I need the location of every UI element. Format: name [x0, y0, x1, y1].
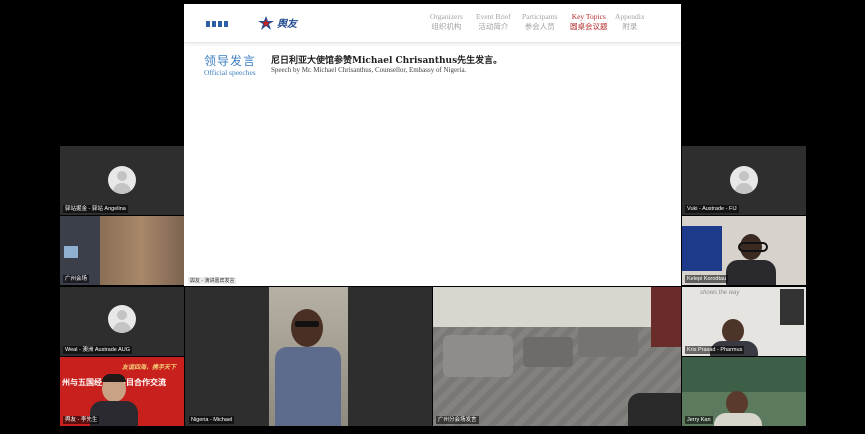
person-head: [291, 309, 323, 347]
background-foliage: [682, 357, 806, 392]
nav-appendix-cn: 附录: [622, 22, 638, 31]
slide-header: 舆友 Organizers 组织机构 Event Brief 活动简介 Part…: [184, 4, 681, 43]
camera-shape: [628, 393, 681, 426]
nav-participants-en: Participants: [522, 12, 558, 21]
person-body: [275, 347, 341, 426]
speech-subtitle: Speech by Mr. Michael Chrisanthus, Couns…: [271, 66, 467, 74]
nav-event-brief-cn: 活动简介: [478, 22, 509, 31]
nav-participants[interactable]: Participants 参会人员: [522, 12, 557, 32]
screen-shape: [64, 246, 78, 258]
participant-name: 舆友 - 李先生: [63, 416, 100, 424]
person-body: [714, 413, 762, 426]
participant-tile[interactable]: shows the way Kris Prasad - Pharmus: [682, 287, 806, 356]
person-hair: [102, 374, 126, 382]
banner-line-1: 友谊四海，携手天下: [122, 365, 177, 371]
avatar-placeholder-icon: [730, 166, 758, 194]
participant-name: Weal - 澳洲 Austrade AUG: [63, 346, 133, 354]
nav-key-topics[interactable]: Key Topics 圆桌会议题: [570, 12, 608, 32]
participant-name: Nigeria - Michael: [189, 416, 235, 424]
nav-appendix[interactable]: Appendix 附录: [615, 12, 645, 32]
speech-title: 尼日利亚大使馆参赞Michael Chrisanthus先生发言。: [271, 56, 503, 66]
brand-logo: 舆友: [258, 15, 297, 30]
person-head: [726, 391, 748, 415]
wall-poster: [682, 226, 722, 271]
avatar-placeholder-icon: [108, 166, 136, 194]
brand-logo-text: 舆友: [277, 19, 297, 30]
participant-name: 广州会场: [63, 275, 90, 283]
nav-organizers[interactable]: Organizers 组织机构: [430, 12, 463, 32]
nav-organizers-cn: 组织机构: [431, 22, 462, 31]
participant-name: 广州分会场发言: [436, 416, 479, 424]
nav-key-topics-cn: 圆桌会议题: [570, 22, 608, 31]
nav-organizers-en: Organizers: [430, 12, 463, 21]
avatar-placeholder-icon: [108, 305, 136, 333]
section-title-cn: 领导发言: [204, 54, 257, 68]
sofa: [578, 327, 638, 357]
participant-tile[interactable]: 广州会场: [60, 216, 184, 285]
wooden-door: [100, 216, 184, 285]
star-logo-icon: [258, 15, 274, 30]
participant-name: Jerry Kan: [685, 416, 713, 424]
participant-name: Kris Prasad - Pharmus: [685, 346, 745, 354]
nav-appendix-en: Appendix: [615, 12, 645, 21]
menu-dots-icon: [206, 21, 228, 27]
participant-name: 驿站掘金 - 驿站 Angelina: [63, 205, 128, 213]
nav-event-brief-en: Event Brief: [476, 12, 511, 21]
participant-tile[interactable]: Vuki - Austrade - FIJ: [682, 146, 806, 215]
nav-participants-cn: 参会人员: [524, 22, 555, 31]
room-ceiling: [433, 287, 681, 327]
participant-tile-michael[interactable]: Nigeria - Michael: [185, 287, 432, 426]
person-body: [726, 260, 776, 285]
participant-tile[interactable]: 友谊四海，携手天下 州与五国经贸省项目合作交流 舆友 - 李先生: [60, 357, 184, 426]
wall-panel: [780, 289, 804, 325]
glasses-icon: [295, 321, 319, 327]
participant-name: Kelepi Korodtau: [685, 275, 729, 283]
flower-decoration: [651, 287, 681, 347]
nav-key-topics-en: Key Topics: [571, 12, 606, 21]
sofa: [443, 335, 513, 377]
participant-tile[interactable]: Jerry Kan: [682, 357, 806, 426]
participant-name: Vuki - Austrade - FIJ: [685, 205, 739, 213]
person-head: [722, 319, 744, 343]
participant-tile[interactable]: Weal - 澳洲 Austrade AUG: [60, 287, 184, 356]
participant-tile-room[interactable]: 广州分会场发言: [433, 287, 681, 426]
presenter-label: 舆友 - 演讲嘉宾发言: [188, 277, 237, 284]
headset-icon: [738, 242, 768, 252]
participant-tile[interactable]: 驿站掘金 - 驿站 Angelina: [60, 146, 184, 215]
nav-event-brief[interactable]: Event Brief 活动简介: [476, 12, 511, 32]
sofa: [523, 337, 573, 367]
section-title-en: Official speeches: [204, 68, 256, 77]
wall-text: shows the way: [700, 290, 740, 296]
shared-screen-slide: 舆友 Organizers 组织机构 Event Brief 活动简介 Part…: [184, 4, 681, 286]
participant-tile[interactable]: Kelepi Korodtau: [682, 216, 806, 285]
